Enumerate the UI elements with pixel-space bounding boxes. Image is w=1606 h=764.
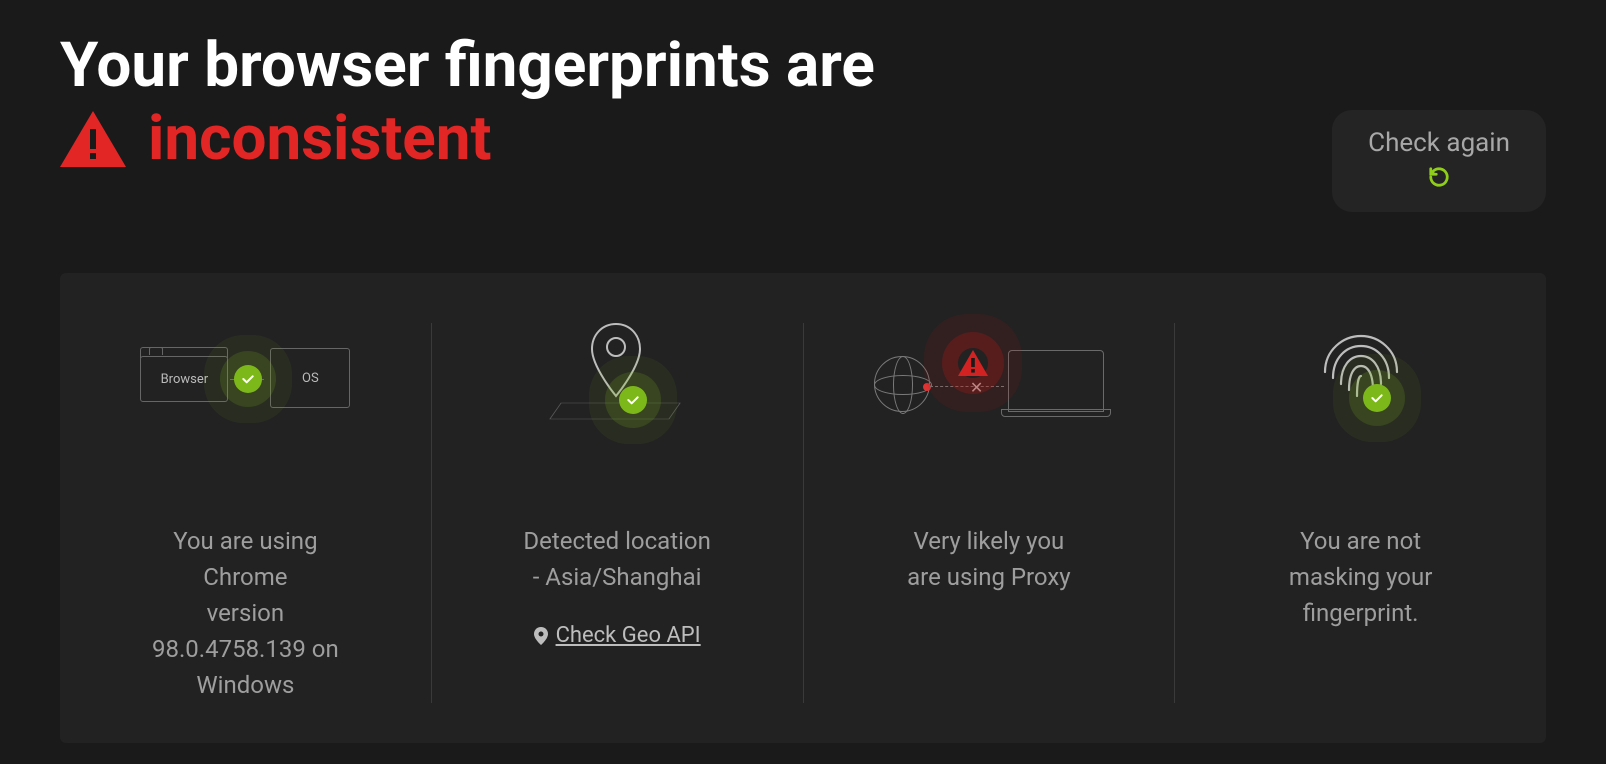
globe-icon bbox=[874, 356, 930, 412]
card-proxy-text: Very likely you are using Proxy bbox=[907, 523, 1071, 595]
check-badge-icon bbox=[234, 365, 262, 393]
check-badge-icon bbox=[1363, 384, 1391, 412]
cards-panel: Browser OS You are using Chrome version … bbox=[60, 273, 1546, 743]
check-geo-api-link[interactable]: Check Geo API bbox=[534, 623, 701, 648]
page-root: Your browser fingerprints are inconsiste… bbox=[0, 0, 1606, 743]
proxy-illustration: ✕ bbox=[874, 323, 1104, 443]
browser-os-illustration: Browser OS bbox=[140, 323, 350, 443]
fingerprint-illustration bbox=[1291, 323, 1431, 443]
fingerprint-icon bbox=[1313, 328, 1409, 424]
card-browser-os: Browser OS You are using Chrome version … bbox=[60, 323, 431, 703]
x-mark-icon: ✕ bbox=[970, 378, 983, 397]
headline-prefix: Your browser fingerprints are bbox=[60, 29, 875, 102]
check-geo-api-label: Check Geo API bbox=[556, 623, 701, 648]
check-again-button[interactable]: Check again bbox=[1332, 110, 1546, 212]
location-illustration bbox=[537, 323, 697, 443]
card-location: Detected location - Asia/Shanghai Check … bbox=[431, 323, 803, 703]
page-title: Your browser fingerprints are bbox=[60, 30, 1160, 101]
warning-triangle-icon bbox=[60, 111, 126, 167]
map-pin-small-icon bbox=[534, 627, 548, 645]
laptop-icon bbox=[1008, 350, 1104, 412]
reload-icon bbox=[1428, 166, 1450, 192]
status-word: inconsistent bbox=[148, 105, 492, 173]
card-proxy: ✕ Very likely you are using Proxy bbox=[803, 323, 1175, 703]
warning-badge-icon bbox=[958, 348, 988, 378]
card-location-text: Detected location - Asia/Shanghai bbox=[523, 523, 710, 595]
browser-box: Browser bbox=[140, 356, 228, 402]
card-browser-os-text: You are using Chrome version 98.0.4758.1… bbox=[152, 523, 339, 703]
status-line: inconsistent bbox=[60, 105, 1546, 173]
card-fingerprint: You are not masking your fingerprint. bbox=[1174, 323, 1546, 703]
os-box-label: OS bbox=[302, 371, 319, 386]
check-again-label: Check again bbox=[1368, 128, 1510, 158]
browser-box-label: Browser bbox=[161, 372, 209, 387]
card-fingerprint-text: You are not masking your fingerprint. bbox=[1289, 523, 1432, 631]
os-box: OS bbox=[270, 348, 350, 408]
